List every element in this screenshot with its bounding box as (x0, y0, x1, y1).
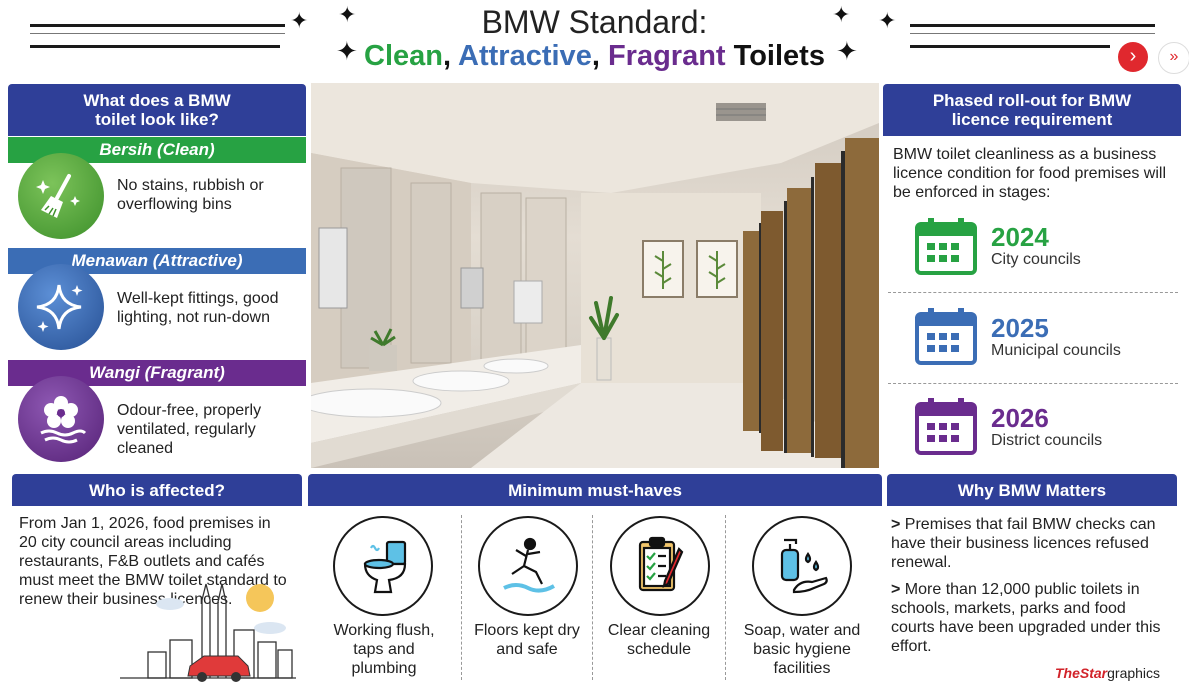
why-bullet-text: Premises that fail BMW checks can have t… (891, 516, 1156, 571)
rollout-intro: BMW toilet cleanliness as a business lic… (893, 146, 1167, 201)
affected-heading: Who is affected? (12, 474, 302, 506)
title-comma: , (591, 40, 600, 72)
bullet-marker: > (891, 516, 901, 533)
city-skyline-illustration (110, 570, 300, 682)
title-clean: Clean (364, 40, 443, 72)
chevron-right-icon: › (1129, 45, 1137, 67)
phase-year-2026: 2026 (991, 403, 1049, 433)
must-have-label: Clear cleaning schedule (607, 622, 711, 658)
calendar-icon (915, 217, 977, 275)
page-subtitle: Clean, Attractive, Fragrant Toilets (0, 40, 1189, 73)
clean-label: Bersih (Clean) (99, 140, 215, 159)
why-bullet: > Premises that fail BMW checks can have… (891, 515, 1171, 572)
attractive-description: Well-kept fittings, good lighting, not r… (117, 290, 279, 326)
left-panel-heading-text: What does a BMW toilet look like? (83, 91, 231, 129)
why-bullet: > More than 12,000 public toilets in sch… (891, 580, 1171, 656)
attractive-label: Menawan (Attractive) (71, 251, 243, 270)
calendar-icon (915, 307, 977, 365)
why-bullet-text: More than 12,000 public toilets in schoo… (891, 581, 1161, 655)
must-haves-heading-text: Minimum must-haves (508, 480, 682, 500)
phase-year-2024: 2024 (991, 222, 1049, 252)
phase-council-2026: District councils (991, 432, 1103, 449)
title-toilets: Toilets (733, 40, 825, 72)
soap-dispenser-icon (752, 516, 852, 616)
divider (725, 515, 726, 680)
bullet-marker: > (891, 581, 901, 598)
must-haves-heading: Minimum must-haves (308, 474, 882, 506)
broom-sparkle-icon (18, 153, 104, 239)
right-panel-heading: Phased roll-out for BMW licence requirem… (883, 84, 1181, 136)
phase-council-2024: City councils (991, 251, 1081, 268)
double-chevron-right-icon: » (1169, 48, 1179, 65)
flower-breeze-icon (18, 376, 104, 462)
must-have-label: Soap, water and basic hygiene facilities (743, 622, 861, 677)
must-have-label: Working flush, taps and plumbing (333, 622, 435, 677)
must-have-label: Floors kept dry and safe (474, 622, 580, 658)
credit-logo: TheStargraphics (1055, 665, 1160, 681)
fragrant-description: Odour-free, properly ventilated, regular… (117, 402, 262, 457)
divider (592, 515, 593, 680)
credit-suffix: graphics (1107, 665, 1161, 681)
sparkle-stars-icon (18, 264, 104, 350)
clean-description: No stains, rubbish or overflowing bins (117, 177, 264, 213)
page-title: BMW Standard: (481, 4, 708, 40)
fragrant-label: Wangi (Fragrant) (89, 363, 225, 382)
phase-council-2025: Municipal councils (991, 342, 1121, 359)
divider (461, 515, 462, 680)
why-heading: Why BMW Matters (887, 474, 1177, 506)
credit-brand: TheStar (1055, 665, 1108, 681)
affected-heading-text: Who is affected? (88, 480, 225, 500)
right-panel-heading-text: Phased roll-out for BMW licence requirem… (932, 91, 1132, 129)
more-button[interactable]: » (1158, 42, 1189, 74)
why-heading-text: Why BMW Matters (957, 480, 1107, 500)
toilet-photo (311, 83, 879, 468)
title-attractive: Attractive (458, 40, 592, 72)
clipboard-checklist-icon (610, 516, 710, 616)
divider (888, 292, 1178, 293)
phase-year-2025: 2025 (991, 313, 1049, 343)
title-fragrant: Fragrant (607, 40, 726, 72)
toilet-flush-icon (333, 516, 433, 616)
divider (888, 383, 1178, 384)
slip-hazard-icon (478, 516, 578, 616)
next-button[interactable]: › (1118, 42, 1148, 72)
left-panel-heading: What does a BMW toilet look like? (8, 84, 306, 136)
title-comma: , (443, 40, 452, 72)
calendar-icon (915, 397, 977, 455)
